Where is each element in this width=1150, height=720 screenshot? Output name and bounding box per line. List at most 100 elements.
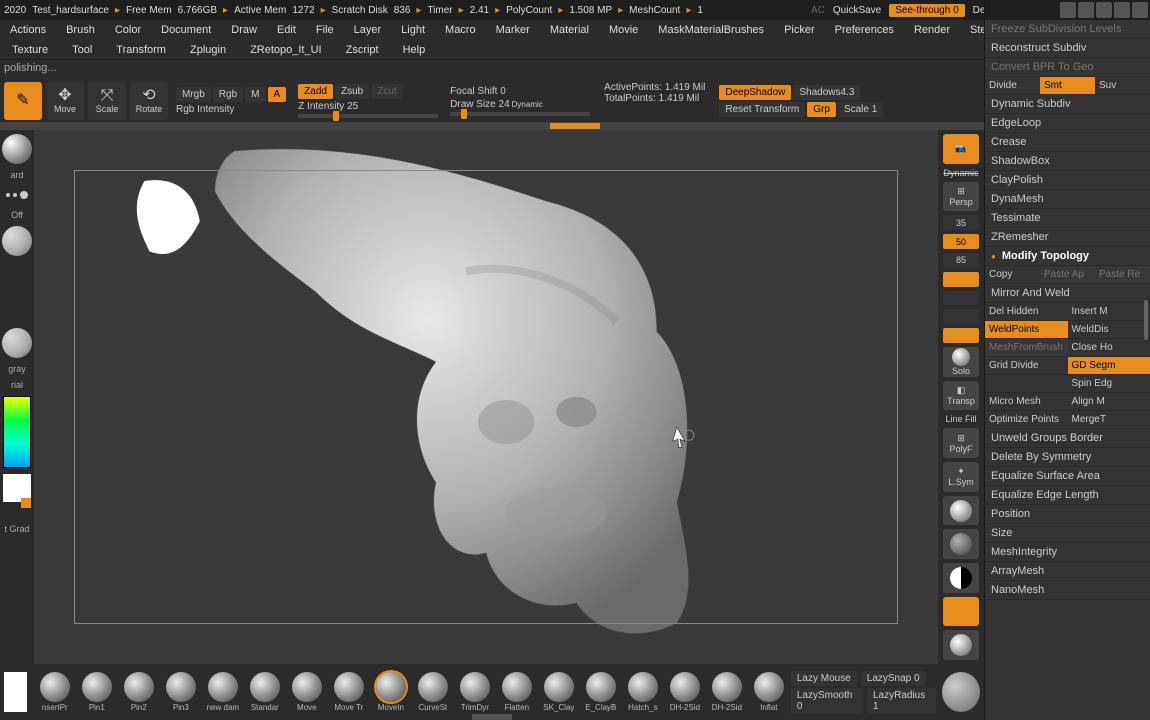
brush-trimdyr[interactable]: TrimDyr <box>455 672 495 712</box>
brush-movein[interactable]: MoveIn <box>371 672 411 712</box>
menu-render[interactable]: Render <box>906 22 958 38</box>
mrgb-button[interactable]: Mrgb <box>176 87 211 102</box>
panel-del-hidden[interactable]: Del Hidden <box>985 303 1068 321</box>
menu-material[interactable]: Material <box>542 22 597 38</box>
z-intensity-slider[interactable]: Z Intensity 25 <box>298 101 438 112</box>
panel-nanomesh[interactable]: NanoMesh <box>985 581 1150 600</box>
panel-insert-m[interactable]: Insert M <box>1068 303 1150 321</box>
viewport[interactable] <box>34 130 938 664</box>
axis-z[interactable] <box>943 309 979 324</box>
panel-[interactable] <box>985 375 1068 393</box>
brush-hatch_s[interactable]: Hatch_s <box>623 672 663 712</box>
brush-pin3[interactable]: Pin3 <box>161 672 201 712</box>
scale-mode-button[interactable]: ⤧Scale <box>88 82 126 120</box>
menu-marker[interactable]: Marker <box>488 22 538 38</box>
scale1-button[interactable]: Scale 1 <box>838 102 883 117</box>
panel-crease[interactable]: Crease <box>985 133 1150 152</box>
brush-flatten[interactable]: Flatten <box>497 672 537 712</box>
color-swatch[interactable] <box>4 672 27 712</box>
shadows-button[interactable]: Shadows4.3 <box>793 85 860 100</box>
brush-sk_clay[interactable]: SK_Clay <box>539 672 579 712</box>
brush-dh-2sid[interactable]: DH-2Sid <box>665 672 705 712</box>
draw-size-bar[interactable] <box>450 112 590 116</box>
toolbar-handle[interactable] <box>0 122 1150 130</box>
panel-micro-mesh[interactable]: Micro Mesh <box>985 393 1068 411</box>
panel-copy[interactable]: Copy <box>985 266 1040 284</box>
grey-sphere-icon[interactable] <box>943 630 979 660</box>
menu-brush[interactable]: Brush <box>58 22 103 38</box>
panel-shadowbox[interactable]: ShadowBox <box>985 152 1150 171</box>
a-button[interactable]: A <box>268 87 287 102</box>
m-button[interactable]: M <box>245 87 265 102</box>
panel-convert-bpr-to-geo[interactable]: Convert BPR To Geo <box>985 58 1150 77</box>
grp-button[interactable]: Grp <box>807 102 836 117</box>
brush-dh-2sid[interactable]: DH-2Sid <box>707 672 747 712</box>
panel-tessimate[interactable]: Tessimate <box>985 209 1150 228</box>
stroke-preview-icon[interactable] <box>942 672 980 712</box>
brush-move tr[interactable]: Move Tr <box>329 672 369 712</box>
seethrough-slider[interactable]: See-through 0 <box>889 4 964 17</box>
val-35[interactable]: 35 <box>943 215 979 230</box>
scrollbar-thumb[interactable] <box>1144 300 1148 340</box>
menu-preferences[interactable]: Preferences <box>827 22 902 38</box>
active-square[interactable] <box>943 597 979 627</box>
menu-layer[interactable]: Layer <box>346 22 390 38</box>
transp-button[interactable]: ◧Transp <box>943 381 979 411</box>
material-preview-icon[interactable] <box>2 328 32 358</box>
panel-zremesher[interactable]: ZRemesher <box>985 228 1150 247</box>
panel-dynamic-subdiv[interactable]: Dynamic Subdiv <box>985 95 1150 114</box>
zcut-button[interactable]: Zcut <box>371 84 402 99</box>
brush-curvest[interactable]: CurveSt <box>413 672 453 712</box>
menu-zscript[interactable]: Zscript <box>336 42 389 58</box>
menu-document[interactable]: Document <box>153 22 219 38</box>
panel-close-ho[interactable]: Close Ho <box>1068 339 1150 357</box>
panel-divide[interactable]: Divide <box>985 77 1040 95</box>
panel-delete-by-symmetry[interactable]: Delete By Symmetry <box>985 448 1150 467</box>
solo-button[interactable]: Solo <box>943 347 979 377</box>
brush-nsertpr[interactable]: nsertPr <box>35 672 75 712</box>
sphere2-icon[interactable] <box>943 529 979 559</box>
panel-optimize-points[interactable]: Optimize Points <box>985 411 1068 429</box>
menu-edit[interactable]: Edit <box>269 22 304 38</box>
reset-transform-button[interactable]: Reset Transform <box>719 102 805 117</box>
panel-freeze-subdivision-levels[interactable]: Freeze SubDivision Levels <box>985 20 1150 39</box>
panel-arraymesh[interactable]: ArrayMesh <box>985 562 1150 581</box>
menu-transform[interactable]: Transform <box>106 42 176 58</box>
brush-standar[interactable]: Standar <box>245 672 285 712</box>
stroke-dots-icon[interactable] <box>2 186 32 204</box>
lazy-smooth[interactable]: LazySmooth 0 <box>791 688 863 714</box>
panel-meshintegrity[interactable]: MeshIntegrity <box>985 543 1150 562</box>
menu-actions[interactable]: Actions <box>2 22 54 38</box>
panel-dynamesh[interactable]: DynaMesh <box>985 190 1150 209</box>
brush-pin2[interactable]: Pin2 <box>119 672 159 712</box>
val-50[interactable]: 50 <box>943 234 979 249</box>
camera-icon[interactable]: 📷 <box>943 134 979 164</box>
panel-gd-segm[interactable]: GD Segm <box>1068 357 1150 375</box>
panel-paste-re[interactable]: Paste Re <box>1095 266 1150 284</box>
secondary-color-swatch[interactable] <box>21 498 31 508</box>
panel-icon[interactable] <box>1060 2 1076 18</box>
rgb-button[interactable]: Rgb <box>213 87 243 102</box>
z-intensity-bar[interactable] <box>298 114 438 118</box>
panel-mirror-and-weld[interactable]: Mirror And Weld <box>985 284 1150 303</box>
panel-icon[interactable] <box>1132 2 1148 18</box>
panel-equalize-edge-length[interactable]: Equalize Edge Length <box>985 486 1150 505</box>
menu-tool[interactable]: Tool <box>62 42 102 58</box>
color-picker-gradient[interactable] <box>3 396 31 468</box>
panel-reconstruct-subdiv[interactable]: Reconstruct Subdiv <box>985 39 1150 58</box>
brush-move[interactable]: Move <box>287 672 327 712</box>
panel-spin-edg[interactable]: Spin Edg <box>1068 375 1150 393</box>
panel-align-m[interactable]: Align M <box>1068 393 1150 411</box>
panel-meshfrombrush[interactable]: MeshFromBrush <box>985 339 1068 357</box>
panel-suv[interactable]: Suv <box>1095 77 1150 95</box>
axis-neg[interactable] <box>943 328 979 343</box>
panel-icon[interactable] <box>1096 2 1112 18</box>
brush-preview-icon[interactable] <box>2 134 32 164</box>
lazy-mouse-button[interactable]: Lazy Mouse <box>791 671 857 686</box>
polyf-button[interactable]: ⊞PolyF <box>943 428 979 458</box>
panel-merget[interactable]: MergeT <box>1068 411 1150 429</box>
contrast-icon[interactable] <box>943 563 979 593</box>
panel-edgeloop[interactable]: EdgeLoop <box>985 114 1150 133</box>
menu-color[interactable]: Color <box>107 22 149 38</box>
panel-position[interactable]: Position <box>985 505 1150 524</box>
